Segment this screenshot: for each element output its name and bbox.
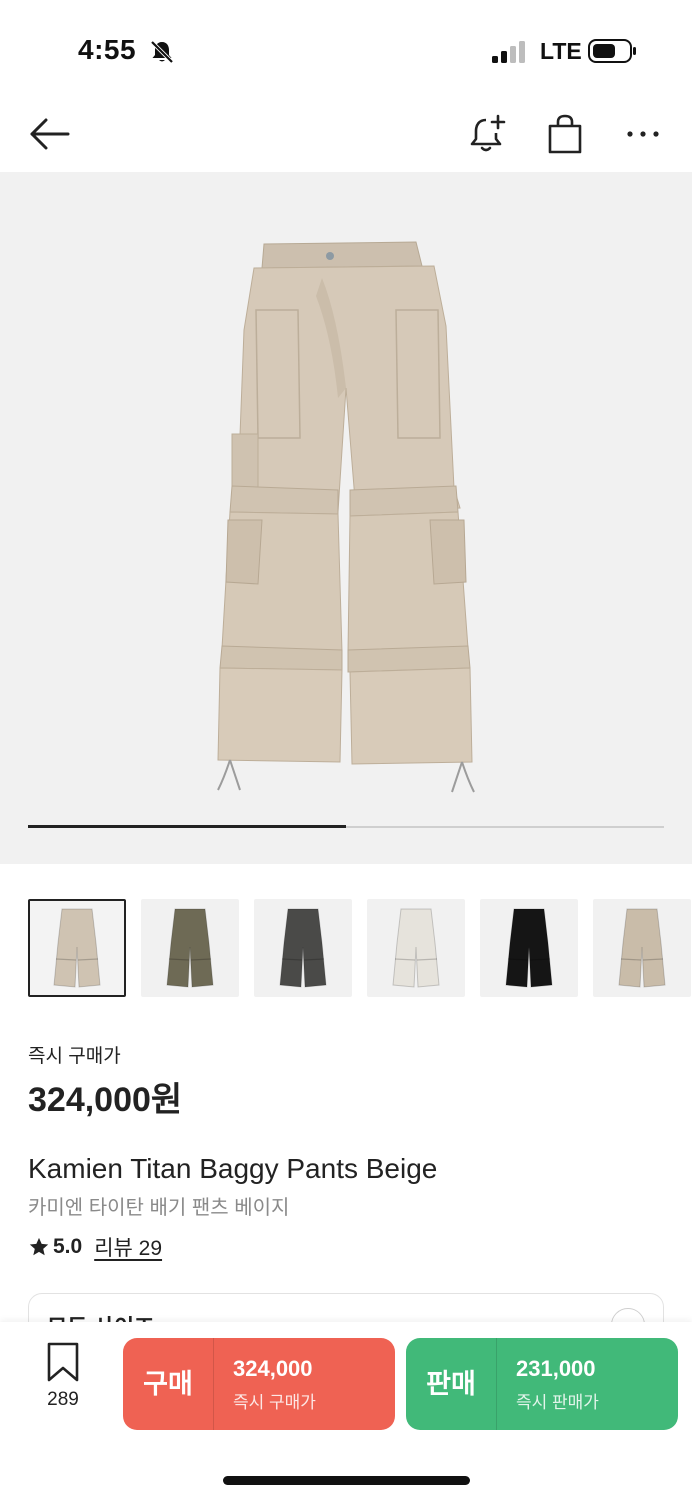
star-icon bbox=[29, 1237, 49, 1256]
bottom-action-bar: 289 구매 324,000 즉시 구매가 판매 231,000 즉시 판매가 bbox=[0, 1322, 692, 1500]
price-value: 324,000원 bbox=[28, 1081, 183, 1119]
sell-button[interactable]: 판매 231,000 즉시 판매가 bbox=[406, 1338, 678, 1430]
bookmark-icon bbox=[47, 1342, 79, 1382]
product-title-en: Kamien Titan Baggy Pants Beige bbox=[28, 1153, 438, 1184]
buy-label: 구매 bbox=[143, 1369, 193, 1399]
thumbnail-4[interactable] bbox=[367, 899, 465, 997]
rating-value: 5.0 bbox=[53, 1235, 83, 1258]
product-image-carousel[interactable] bbox=[0, 172, 692, 864]
thumbnail-pants-image bbox=[166, 908, 214, 988]
back-arrow-icon[interactable] bbox=[28, 112, 72, 156]
signal-icon bbox=[492, 41, 525, 63]
wishlist-count: 289 bbox=[47, 1389, 79, 1410]
buy-divider bbox=[213, 1338, 214, 1430]
buy-price: 324,000 bbox=[233, 1356, 313, 1381]
carousel-progress-fill bbox=[28, 825, 346, 828]
thumbnail-1[interactable] bbox=[28, 899, 126, 997]
status-time: 4:55 bbox=[78, 34, 137, 65]
wishlist-button[interactable]: 289 bbox=[34, 1342, 92, 1422]
shopping-bag-icon[interactable] bbox=[544, 112, 586, 156]
battery-icon bbox=[588, 39, 636, 63]
thumbnail-3[interactable] bbox=[254, 899, 352, 997]
sell-label: 판매 bbox=[426, 1369, 476, 1399]
thumbnail-pants-image bbox=[505, 908, 553, 988]
bell-plus-icon[interactable] bbox=[466, 112, 510, 156]
buy-button[interactable]: 구매 324,000 즉시 구매가 bbox=[123, 1338, 395, 1430]
thumbnail-pants-image bbox=[392, 908, 440, 988]
thumbnail-6[interactable] bbox=[593, 899, 691, 997]
sell-price: 231,000 bbox=[516, 1356, 596, 1381]
home-indicator bbox=[223, 1476, 470, 1485]
sell-divider bbox=[496, 1338, 497, 1430]
thumbnail-pants-image bbox=[279, 908, 327, 988]
thumbnail-pants-image bbox=[53, 908, 101, 988]
thumbnail-2[interactable] bbox=[141, 899, 239, 997]
sell-subtext: 즉시 판매가 bbox=[516, 1393, 599, 1412]
thumbnail-5[interactable] bbox=[480, 899, 578, 997]
bell-slash-icon bbox=[150, 40, 174, 64]
color-thumbnails bbox=[28, 899, 692, 999]
top-nav bbox=[0, 100, 692, 172]
more-horizontal-icon[interactable] bbox=[622, 112, 666, 156]
buy-subtext: 즉시 구매가 bbox=[233, 1393, 316, 1412]
thumbnail-pants-image bbox=[618, 908, 666, 988]
price-label: 즉시 구매가 bbox=[28, 1046, 121, 1067]
rating-row: 5.0 리뷰 29 bbox=[28, 1232, 162, 1262]
status-bar: 4:55 LTE bbox=[0, 0, 692, 100]
review-link[interactable]: 리뷰 29 bbox=[94, 1232, 162, 1262]
product-image bbox=[217, 241, 475, 793]
network-label: LTE bbox=[540, 38, 582, 64]
carousel-progress-track bbox=[28, 825, 664, 828]
product-title-ko: 카미엔 타이탄 배기 팬츠 베이지 bbox=[28, 1197, 290, 1219]
